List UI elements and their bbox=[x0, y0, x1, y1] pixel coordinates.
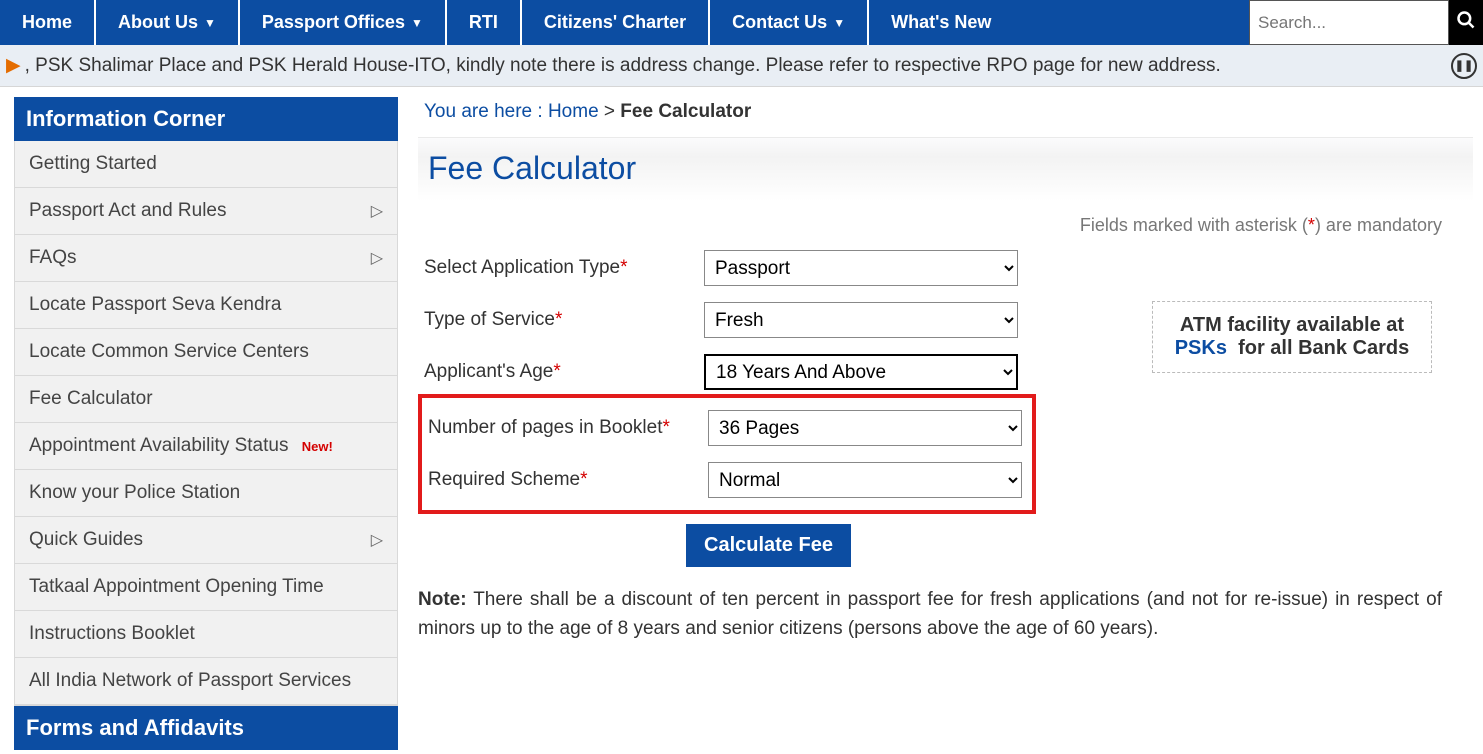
search-button[interactable] bbox=[1449, 0, 1483, 45]
sidebar-item-tatkaal-appointment-opening-time[interactable]: Tatkaal Appointment Opening Time bbox=[15, 564, 397, 611]
sidebar-item-know-your-police-station[interactable]: Know your Police Station bbox=[15, 470, 397, 517]
label-application-type: Select Application Type* bbox=[424, 257, 704, 279]
nav-whats-new[interactable]: What's New bbox=[869, 0, 1013, 45]
chevron-down-icon: ▼ bbox=[833, 16, 845, 30]
highlighted-section: Number of pages in Booklet* 36 Pages Req… bbox=[418, 394, 1036, 514]
sidebar-item-instructions-booklet[interactable]: Instructions Booklet bbox=[15, 611, 397, 658]
row-booklet-pages: Number of pages in Booklet* 36 Pages bbox=[428, 402, 1028, 454]
select-applicants-age[interactable]: 18 Years And Above bbox=[704, 354, 1018, 390]
nav-home[interactable]: Home bbox=[0, 0, 96, 45]
nav-contact-us[interactable]: Contact Us ▼ bbox=[710, 0, 869, 45]
sidebar-item-all-india-network-of-passport-services[interactable]: All India Network of Passport Services bbox=[15, 658, 397, 705]
nav-rti[interactable]: RTI bbox=[447, 0, 522, 45]
new-badge: New! bbox=[302, 439, 333, 454]
ticker-text: , PSK Shalimar Place and PSK Herald Hous… bbox=[25, 55, 1221, 77]
note-text: Note: There shall be a discount of ten p… bbox=[418, 581, 1448, 664]
sidebar-item-appointment-availability-status[interactable]: Appointment Availability Status New! bbox=[15, 423, 397, 470]
sidebar-item-label: Instructions Booklet bbox=[29, 623, 195, 644]
sidebar-item-label: Appointment Availability Status bbox=[29, 435, 288, 456]
sidebar-item-locate-common-service-centers[interactable]: Locate Common Service Centers bbox=[15, 329, 397, 376]
sidebar-heading-forms: Forms and Affidavits bbox=[14, 706, 398, 750]
breadcrumb-home-link[interactable]: Home bbox=[548, 101, 599, 122]
main-content: You are here : Home > Fee Calculator Fee… bbox=[398, 97, 1473, 664]
sidebar-item-quick-guides[interactable]: Quick Guides ▷ bbox=[15, 517, 397, 564]
select-application-type[interactable]: Passport bbox=[704, 250, 1018, 286]
atm-info-box: ATM facility available at PSKs for all B… bbox=[1152, 301, 1432, 373]
nav-label: Passport Offices bbox=[262, 12, 405, 33]
psk-link[interactable]: PSKs bbox=[1175, 337, 1227, 359]
label-type-of-service: Type of Service* bbox=[424, 309, 704, 331]
sidebar-list: Getting StartedPassport Act and Rules▷FA… bbox=[14, 141, 398, 706]
sidebar-item-label: Tatkaal Appointment Opening Time bbox=[29, 576, 324, 597]
row-application-type: Select Application Type* Passport bbox=[418, 242, 1448, 294]
nav-passport-offices[interactable]: Passport Offices ▼ bbox=[240, 0, 447, 45]
play-icon: ▶ bbox=[6, 54, 21, 77]
pause-icon[interactable]: ❚❚ bbox=[1451, 53, 1477, 79]
label-applicants-age: Applicant's Age* bbox=[424, 361, 704, 383]
nav-label: About Us bbox=[118, 12, 198, 33]
row-required-scheme: Required Scheme* Normal bbox=[428, 454, 1028, 506]
sidebar-item-label: Quick Guides bbox=[29, 529, 143, 550]
mandatory-note: Fields marked with asterisk (*) are mand… bbox=[418, 201, 1448, 242]
breadcrumb-sep: > bbox=[599, 101, 621, 122]
select-booklet-pages[interactable]: 36 Pages bbox=[708, 410, 1022, 446]
sidebar-heading-info: Information Corner bbox=[14, 97, 398, 141]
search-input[interactable] bbox=[1249, 0, 1449, 45]
select-type-of-service[interactable]: Fresh bbox=[704, 302, 1018, 338]
label-required-scheme: Required Scheme* bbox=[428, 469, 708, 491]
sidebar-item-label: Know your Police Station bbox=[29, 482, 240, 503]
chevron-down-icon: ▼ bbox=[411, 16, 423, 30]
sidebar: Information Corner Getting Started Passpo… bbox=[14, 97, 398, 750]
news-ticker: ▶ , PSK Shalimar Place and PSK Herald Ho… bbox=[0, 45, 1483, 87]
select-required-scheme[interactable]: Normal bbox=[708, 462, 1022, 498]
sidebar-item-label: Getting Started bbox=[29, 153, 157, 174]
label-booklet-pages: Number of pages in Booklet* bbox=[428, 417, 708, 439]
breadcrumb-current: Fee Calculator bbox=[620, 101, 751, 122]
nav-about-us[interactable]: About Us ▼ bbox=[96, 0, 240, 45]
chevron-right-icon: ▷ bbox=[371, 530, 383, 550]
search-wrap bbox=[1249, 0, 1483, 45]
nav-citizens-charter[interactable]: Citizens' Charter bbox=[522, 0, 710, 45]
chevron-down-icon: ▼ bbox=[204, 16, 216, 30]
sidebar-item-label: Fee Calculator bbox=[29, 388, 153, 409]
sidebar-item-fee-calculator[interactable]: Fee Calculator bbox=[15, 376, 397, 423]
sidebar-item-faqs[interactable]: FAQs ▷ bbox=[15, 235, 397, 282]
chevron-right-icon: ▷ bbox=[371, 248, 383, 268]
sidebar-item-label: FAQs bbox=[29, 247, 77, 268]
sidebar-item-locate-passport-seva-kendra[interactable]: Locate Passport Seva Kendra bbox=[15, 282, 397, 329]
top-nav: Home About Us ▼ Passport Offices ▼ RTI Cit… bbox=[0, 0, 1483, 45]
breadcrumb-prefix: You are here : bbox=[424, 101, 548, 122]
sidebar-item-getting-started[interactable]: Getting Started bbox=[15, 141, 397, 188]
sidebar-item-label: All India Network of Passport Services bbox=[29, 670, 351, 691]
sidebar-item-passport-act-and-rules[interactable]: Passport Act and Rules ▷ bbox=[15, 188, 397, 235]
sidebar-item-label: Locate Common Service Centers bbox=[29, 341, 309, 362]
breadcrumb: You are here : Home > Fee Calculator bbox=[418, 97, 1473, 137]
search-icon bbox=[1456, 10, 1476, 36]
sidebar-item-label: Passport Act and Rules bbox=[29, 200, 227, 221]
chevron-right-icon: ▷ bbox=[371, 201, 383, 221]
page-title: Fee Calculator bbox=[418, 137, 1473, 201]
nav-label: Contact Us bbox=[732, 12, 827, 33]
calculate-fee-button[interactable]: Calculate Fee bbox=[686, 524, 851, 567]
sidebar-item-label: Locate Passport Seva Kendra bbox=[29, 294, 281, 315]
